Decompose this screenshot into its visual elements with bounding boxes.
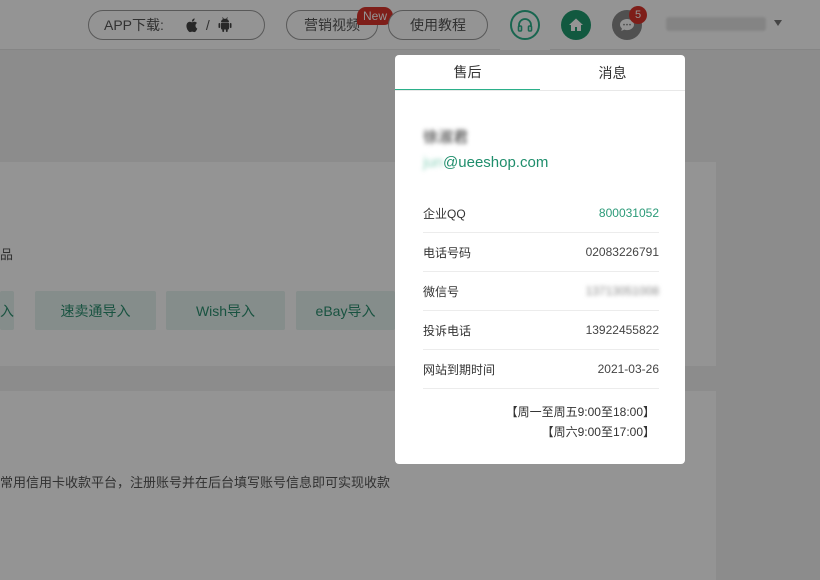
info-row-phone: 电话号码 02083226791 xyxy=(423,233,659,272)
info-value: 2021-03-26 xyxy=(597,362,659,376)
app-download-pill[interactable]: APP下载: / xyxy=(88,10,265,40)
account-name[interactable] xyxy=(666,17,766,31)
android-icon[interactable] xyxy=(218,17,232,33)
agent-name: 徐淑君 xyxy=(423,129,469,146)
info-row-qq: 企业QQ 800031052 xyxy=(423,194,659,233)
home-icon xyxy=(569,18,583,31)
import-card-text: 品 xyxy=(0,247,14,262)
agent-email-prefix: jun xyxy=(423,154,444,171)
info-row-wechat: 微信号 13713051008 xyxy=(423,272,659,311)
info-value: 02083226791 xyxy=(585,245,659,259)
info-label: 微信号 xyxy=(423,284,460,299)
agent-email[interactable]: jun@ueeshop.com xyxy=(423,154,548,171)
separator: / xyxy=(205,17,210,33)
info-label: 电话号码 xyxy=(423,245,472,260)
info-value: 13713051008 xyxy=(585,284,659,298)
aliexpress-import-button[interactable]: 速卖通导入 xyxy=(35,291,156,330)
message-count-badge: 5 xyxy=(629,6,647,24)
top-bar: APP下载: / 营销视频 New 使用教程 5 xyxy=(0,0,820,50)
service-hours-weekday: 【周一至周五9:00至18:00】 xyxy=(505,405,655,419)
tutorial-button[interactable]: 使用教程 xyxy=(388,10,488,40)
payment-description: 常用信用卡收款平台，注册账号并在后台填写账号信息即可实现收款 xyxy=(0,475,391,490)
tutorial-label: 使用教程 xyxy=(410,17,466,33)
info-label: 企业QQ xyxy=(423,206,466,221)
import-button-partial[interactable]: 入 xyxy=(0,291,14,330)
marketing-video-label: 营销视频 xyxy=(304,17,360,33)
support-button[interactable] xyxy=(500,0,550,50)
info-label: 投诉电话 xyxy=(423,323,472,338)
tab-messages[interactable]: 消息 xyxy=(540,55,685,91)
info-row-complaint: 投诉电话 13922455822 xyxy=(423,311,659,350)
ebay-import-button[interactable]: eBay导入 xyxy=(296,291,395,330)
service-hours-saturday: 【周六9:00至17:00】 xyxy=(541,425,655,439)
tab-after-sales[interactable]: 售后 xyxy=(395,55,540,91)
app-download-label: APP下载: xyxy=(104,17,164,33)
agent-email-domain: @ueeshop.com xyxy=(443,154,549,171)
support-popup: 售后 消息 徐淑君 jun@ueeshop.com 企业QQ 800031052… xyxy=(395,55,685,464)
tab-divider xyxy=(395,90,685,91)
wish-import-button[interactable]: Wish导入 xyxy=(166,291,285,330)
info-label: 网站到期时间 xyxy=(423,362,496,377)
info-value: 13922455822 xyxy=(585,323,659,337)
home-button[interactable] xyxy=(561,10,591,40)
headset-icon xyxy=(510,10,540,40)
qq-link[interactable]: 800031052 xyxy=(599,206,659,220)
chevron-down-icon[interactable] xyxy=(774,20,782,26)
info-row-expiry: 网站到期时间 2021-03-26 xyxy=(423,350,659,389)
apple-icon[interactable] xyxy=(184,17,198,33)
